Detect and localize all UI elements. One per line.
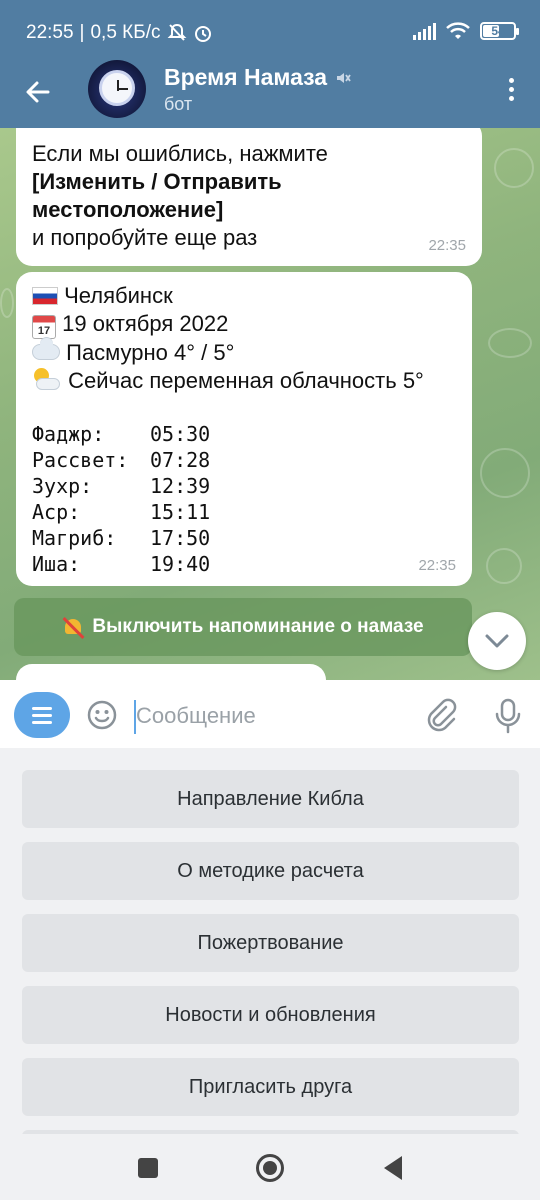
background-doodle [480, 448, 530, 498]
bell-off-icon [62, 616, 85, 639]
battery-icon: 54 [480, 22, 519, 40]
disable-reminder-label: Выключить напоминание о намазе [92, 616, 424, 637]
menu-icon-line [32, 713, 52, 717]
status-time: 22:55 [26, 22, 74, 43]
prayer-time: 17:50 [150, 526, 211, 550]
message-input[interactable] [136, 698, 406, 734]
message-input-bar [0, 680, 540, 748]
avatar[interactable] [88, 60, 146, 118]
message-bubble[interactable]: Челябинск 17 19 октября 2022 Пасмурно 4°… [16, 272, 472, 586]
message-bold-line: [Изменить / Отправить [32, 169, 282, 194]
bot-menu-button[interactable] [14, 692, 70, 738]
prayer-time: 05:30 [150, 422, 211, 446]
menu-icon-line [32, 706, 52, 710]
prayer-name: Магриб: [32, 526, 117, 550]
russia-flag-icon [32, 287, 58, 305]
chat-title-text: Время Намаза [164, 64, 328, 90]
keyboard-button[interactable]: Пожертвование [22, 914, 519, 972]
prayer-name: Зухр: [32, 474, 93, 498]
battery-label: 54 [491, 24, 505, 38]
prayer-row: Аср: 15:11 [32, 499, 456, 525]
city-name: Челябинск [64, 283, 173, 308]
prayer-row: Зухр: 12:39 [32, 473, 456, 499]
prayer-name: Иша: [32, 552, 81, 576]
sun-behind-cloud-icon [32, 368, 62, 392]
chat-area[interactable]: Если мы ошиблись, нажмите [Изменить / От… [0, 128, 540, 680]
weather-line: Пасмурно 4° / 5° [32, 337, 456, 367]
message-line: и попробуйте еще раз [32, 225, 258, 250]
prayer-row: Магриб: 17:50 [32, 525, 456, 551]
chat-header: Время Намаза бот [0, 60, 540, 128]
home-icon[interactable] [256, 1154, 284, 1182]
nav-back-icon[interactable] [384, 1156, 402, 1180]
recents-icon[interactable] [138, 1158, 158, 1178]
date-line: 17 19 октября 2022 [32, 310, 456, 339]
status-bar: 22:55 | 0,5 КБ/с 54 [0, 0, 540, 64]
background-doodle [488, 328, 532, 358]
back-arrow-icon[interactable] [22, 76, 54, 108]
clock-icon [99, 70, 135, 106]
message-time: 22:35 [428, 237, 466, 254]
prayer-name: Рассвет: [32, 448, 129, 472]
message-bubble[interactable]: Если мы ошиблись, нажмите [Изменить / От… [16, 128, 482, 266]
status-divider: | [79, 22, 85, 43]
prayer-time: 19:40 [150, 552, 211, 576]
calendar-icon: 17 [32, 315, 56, 339]
alarm-icon [194, 26, 211, 42]
wifi-icon [446, 22, 470, 39]
chat-title[interactable]: Время Намаза [164, 64, 351, 91]
message-line: Если мы ошиблись, нажмите [32, 141, 328, 166]
disable-reminder-button[interactable]: Выключить напоминание о намазе [14, 598, 472, 656]
city-line: Челябинск [32, 282, 456, 310]
bot-keyboard: Направление Кибла О методике расчета Пож… [0, 748, 540, 1134]
emoji-icon[interactable] [86, 699, 118, 731]
now-text: Сейчас переменная облачность 5° [68, 368, 424, 393]
keyboard-button[interactable]: Пригласить друга [22, 1058, 519, 1116]
notifications-off-icon [167, 23, 186, 41]
background-doodle [0, 288, 14, 318]
prayer-row: Рассвет: 07:28 [32, 447, 456, 473]
status-left: 22:55 | 0,5 КБ/с [26, 22, 213, 44]
weather-text: Пасмурно 4° / 5° [66, 340, 235, 365]
more-icon[interactable] [509, 78, 514, 101]
attach-icon[interactable] [424, 698, 458, 732]
prayer-row: Иша: 19:40 [32, 551, 456, 577]
prayer-time: 12:39 [150, 474, 211, 498]
chevron-down-icon [485, 634, 509, 648]
now-line: Сейчас переменная облачность 5° [32, 367, 456, 395]
chat-subtitle: бот [164, 94, 193, 114]
scroll-down-button[interactable] [468, 612, 526, 670]
status-speed: 0,5 КБ/с [90, 22, 161, 43]
mute-icon [337, 72, 351, 83]
keyboard-button[interactable]: О методике расчета [22, 842, 519, 900]
keyboard-button[interactable]: Направление Кибла [22, 770, 519, 828]
status-right: 54 [413, 22, 519, 40]
prayer-name: Аср: [32, 500, 81, 524]
prayer-row: Фаджр: 05:30 [32, 421, 456, 447]
background-doodle [494, 148, 534, 188]
prayer-time: 15:11 [150, 500, 211, 524]
keyboard-button[interactable]: Новости и обновления [22, 986, 519, 1044]
message-bubble-partial[interactable] [16, 664, 326, 680]
background-doodle [486, 548, 522, 584]
prayer-time: 07:28 [150, 448, 211, 472]
date-text: 19 октября 2022 [62, 311, 229, 336]
message-time: 22:35 [418, 557, 456, 574]
cloud-icon [32, 337, 60, 360]
prayer-name: Фаджр: [32, 422, 105, 446]
signal-icon [413, 22, 436, 40]
menu-icon-line [32, 720, 52, 724]
system-nav-bar [0, 1134, 540, 1200]
mic-icon[interactable] [494, 698, 522, 734]
message-bold-line: местоположение] [32, 197, 224, 222]
